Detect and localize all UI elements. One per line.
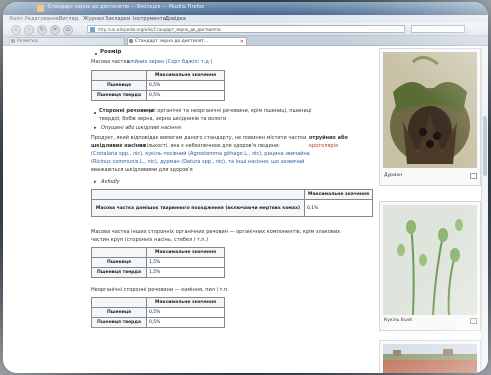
browser-window: Стандарт зерна до дистилятів — Вікіпедія… xyxy=(3,2,488,373)
image-thumbnail-field[interactable] xyxy=(379,340,481,373)
image-caption: Дурман xyxy=(384,173,403,178)
table-animal-impurities: Максимальне значення Масова частка доміш… xyxy=(91,189,373,217)
table-cell: 1,5% xyxy=(146,257,225,268)
menu-tools[interactable]: Інструменти xyxy=(133,16,166,22)
home-button[interactable]: ⌂ xyxy=(63,25,73,35)
tab-close-icon[interactable]: ✕ xyxy=(240,38,244,45)
table-row-label: Пшениця тверда xyxy=(91,267,147,278)
image-caption: Кукіль бсий xyxy=(384,318,412,323)
window-title: Стандарт зерна до дистилятів — Вікіпедія… xyxy=(48,4,205,10)
navigation-bar: ‹ › ↻ ✕ ⌂ http://uk.wikipedia.org/wiki/С… xyxy=(3,23,488,36)
table-row-label: Масова частка домішок тваринного походже… xyxy=(91,199,305,217)
spoiled-text-5: вважаються шкідливими для здоров'я xyxy=(91,167,193,173)
back-button[interactable]: ‹ xyxy=(11,25,21,35)
section-heading: Розмір xyxy=(100,49,122,55)
table-row-label: Пшениця xyxy=(91,80,147,91)
other-organic-text-1: Масова частка інших сторонніх органічних… xyxy=(91,229,341,235)
foreign-matter-text-2: твердої, бобів зерна, зерна шкідників та… xyxy=(99,116,227,122)
title-bar: Стандарт зерна до дистилятів — Вікіпедія… xyxy=(3,2,488,15)
table-inorganic: Максимальне значення Пшениця 0,5% Пшениця… xyxy=(91,297,225,328)
bullet-icon xyxy=(95,53,97,55)
table-other-organic: Максимальне значення Пшениця 1,5% Пшениця… xyxy=(91,247,225,278)
enlarge-icon[interactable] xyxy=(470,173,477,179)
table-row-label: Пшениця xyxy=(91,257,147,268)
mass-fraction-text: Масова частка xyxy=(91,59,130,65)
menu-bar: Файл Редагування Вигляд Журнал Закладки … xyxy=(3,15,488,23)
table-header: Максимальне значення xyxy=(146,247,225,258)
spoiled-text-4[interactable]: (Ricinus communis L., ліс), дурман (Datu… xyxy=(91,159,304,165)
menu-help[interactable]: Довідка xyxy=(165,16,186,22)
table-corner xyxy=(91,247,147,258)
subsection-animal: Avfodly xyxy=(101,179,120,185)
table-cell: 1,5% xyxy=(146,267,225,278)
spoiled-bold-1: отруйних або xyxy=(309,135,348,141)
menu-file[interactable]: Файл xyxy=(9,16,23,22)
other-organic-text-2: частин круп (сторонніх насінь, стебел і … xyxy=(91,237,209,243)
table-cell: 0,5% xyxy=(146,90,225,101)
bullet-icon xyxy=(94,112,96,114)
forward-button[interactable]: › xyxy=(24,25,34,35)
tab-bar: Розмітка Стандарт зерна до дистилят... ✕ xyxy=(3,36,488,46)
spoiled-text-3[interactable]: (Crotalaria spp., ліс), кукіль посівний … xyxy=(91,151,310,157)
table-header: Максимальне значення xyxy=(304,189,373,200)
table-cell: 0,5% xyxy=(146,80,225,91)
vertical-scrollbar[interactable] xyxy=(481,46,488,373)
corncockle-photo xyxy=(383,205,477,315)
scrollbar-thumb[interactable] xyxy=(483,116,487,176)
inorganic-text: Неорганічні сторонні речовини — каміння,… xyxy=(91,287,229,293)
enlarge-icon[interactable] xyxy=(470,318,477,324)
table-corner xyxy=(91,189,305,200)
table-oil-seeds: Максимальне значення Пшениця 0,5% Пшениця… xyxy=(91,70,225,101)
table-row-label: Пшениця xyxy=(91,307,147,318)
collapse-toggle-icon[interactable]: ▸ xyxy=(94,125,97,131)
tab-2-active[interactable]: Стандарт зерна до дистилят... ✕ xyxy=(127,37,247,45)
spoiled-text-1: Продукт, який відповідає вимогам даного … xyxy=(91,135,307,141)
address-bar[interactable]: http://uk.wikipedia.org/wiki/Стандарт_зе… xyxy=(87,25,405,33)
table-corner xyxy=(91,297,147,308)
foreign-matter-text: — усі органічні та неорганічні речовини,… xyxy=(142,108,312,114)
tab-1[interactable]: Розмітка xyxy=(9,37,125,45)
stop-button[interactable]: ✕ xyxy=(50,25,60,35)
page-content: Розмір Масова частка олійних зерен (Сорт… xyxy=(3,46,488,373)
table-cell: 0,1% xyxy=(304,199,373,217)
table-header: Максимальне значення xyxy=(146,70,225,81)
address-text: http://uk.wikipedia.org/wiki/Стандарт_зе… xyxy=(98,27,221,32)
crotalaria-link[interactable]: кротолярія xyxy=(309,143,338,149)
subsection-spoiled-seeds: Опущені або шкідливі насіння xyxy=(101,125,181,131)
firefox-icon xyxy=(37,5,44,12)
site-favicon xyxy=(90,27,95,32)
field-photo xyxy=(383,344,477,373)
tab-favicon xyxy=(11,39,15,43)
tab-2-label: Стандарт зерна до дистилят... xyxy=(135,39,209,44)
table-corner xyxy=(91,70,147,81)
datura-photo xyxy=(383,52,477,168)
search-box[interactable] xyxy=(411,25,465,33)
menu-bookmarks[interactable]: Закладки xyxy=(105,16,130,22)
menu-view[interactable]: Вигляд xyxy=(59,16,78,22)
table-row-label: Пшениця тверда xyxy=(91,317,147,328)
table-cell: 0,5% xyxy=(146,307,225,318)
table-row-label: Пшениця тверда xyxy=(91,90,147,101)
spoiled-text-2: в кількості, яка є небезпечною для здоро… xyxy=(139,143,280,149)
table-cell: 0,5% xyxy=(146,317,225,328)
menu-history[interactable]: Журнал xyxy=(83,16,104,22)
tab-favicon xyxy=(129,39,133,43)
image-thumbnail-corncockle[interactable]: Кукіль бсий xyxy=(379,201,481,331)
spoiled-bold-2: шкідливих насіння xyxy=(91,143,146,149)
mass-fraction-link[interactable]: олійних зерен (Сорт бджіл: т.д.) xyxy=(127,59,212,65)
image-thumbnail-datura[interactable]: Дурман xyxy=(379,48,481,186)
collapse-toggle-icon[interactable]: ▸ xyxy=(94,179,97,185)
table-header: Максимальне значення xyxy=(146,297,225,308)
menu-edit[interactable]: Редагування xyxy=(25,16,59,22)
tab-1-label: Розмітка xyxy=(17,39,38,44)
reload-button[interactable]: ↻ xyxy=(37,25,47,35)
